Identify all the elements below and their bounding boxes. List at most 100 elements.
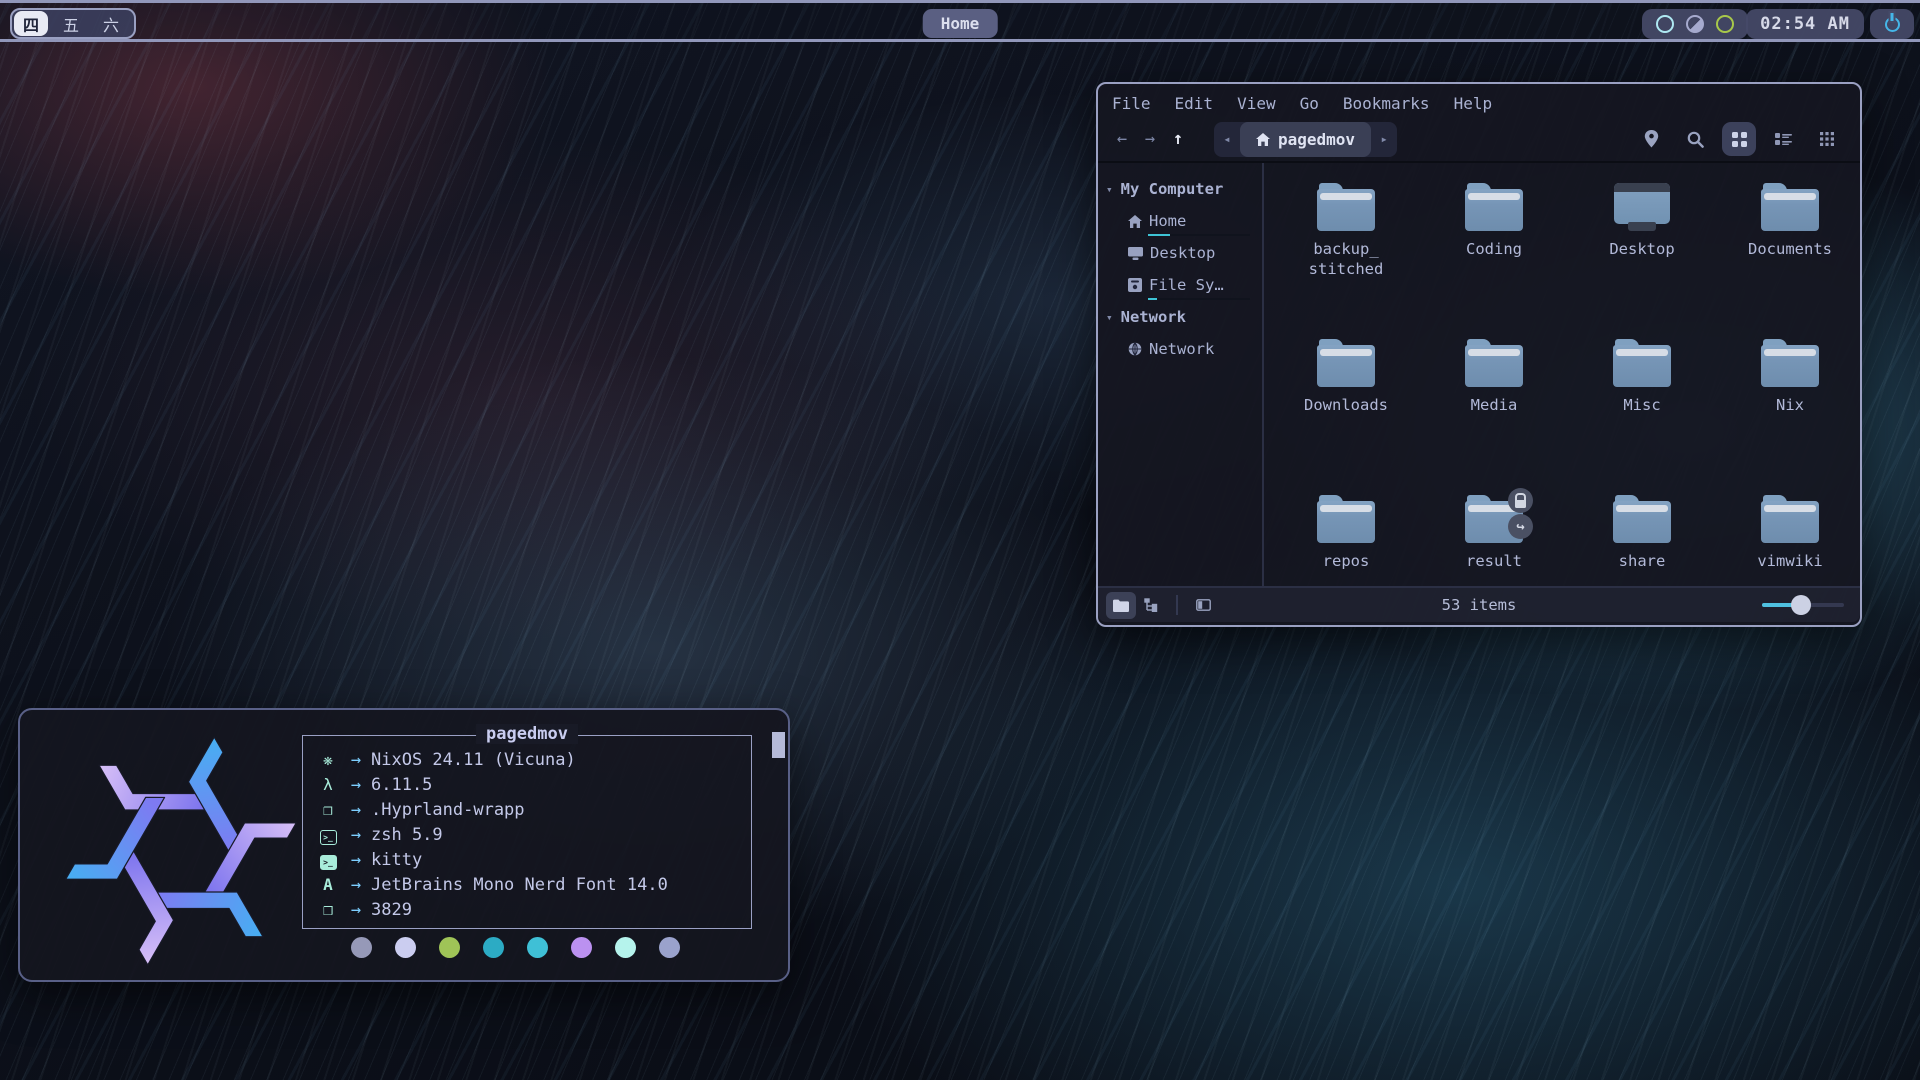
workspace-4[interactable]: 四	[14, 11, 48, 36]
tray-circle-green-icon[interactable]	[1716, 15, 1734, 33]
sidebar-item-desktop[interactable]: Desktop	[1098, 237, 1262, 269]
arrow-icon: →	[341, 825, 371, 845]
collapse-arrow-icon: ▾	[1106, 183, 1113, 196]
palette-dot	[615, 937, 636, 958]
section-label: My Computer	[1121, 180, 1224, 198]
folder-label: Coding	[1466, 239, 1522, 259]
folder-item-nix[interactable]: Nix	[1761, 331, 1819, 487]
list-view-button[interactable]	[1766, 122, 1800, 156]
menu-view[interactable]: View	[1237, 94, 1276, 113]
tray-circle-cyan-icon[interactable]	[1656, 15, 1674, 33]
toolbar-right	[1634, 122, 1844, 156]
slider-handle[interactable]	[1791, 595, 1811, 615]
fetch-row-font: A → JetBrains Mono Nerd Font 14.0	[315, 872, 751, 897]
terminal-icon: >_	[315, 850, 341, 870]
side-pane-toggle[interactable]	[1188, 592, 1218, 619]
hard-drive-icon	[1128, 278, 1142, 292]
folder-label: share	[1619, 551, 1666, 571]
folder-item-misc[interactable]: Misc	[1613, 331, 1671, 487]
linux-penguin-icon: λ	[315, 775, 341, 794]
show-tree-toggle[interactable]	[1136, 592, 1166, 619]
tree-view-icon	[1144, 598, 1158, 612]
show-folders-toggle[interactable]	[1106, 592, 1136, 619]
path-bar: ◂ pagedmov ▸	[1214, 122, 1397, 157]
desktop: 四 五 六 Home 02:54 AM File Edit View Go Bo…	[0, 0, 1920, 1080]
folder-label: Nix	[1776, 395, 1804, 415]
folder-icon	[1613, 339, 1671, 387]
folder-icon	[1317, 339, 1375, 387]
menu-go[interactable]: Go	[1300, 94, 1319, 113]
power-button[interactable]	[1870, 9, 1914, 39]
lock-emblem-icon	[1508, 488, 1533, 513]
folder-item-backup-stitched[interactable]: backup_ stitched	[1309, 175, 1384, 331]
folder-icon	[1317, 183, 1375, 231]
terminal-window: pagedmov ❋ → NixOS 24.11 (Vicuna) λ → 6.…	[18, 708, 790, 982]
workspace-6[interactable]: 六	[94, 11, 128, 36]
forward-button[interactable]: →	[1136, 129, 1164, 149]
tray-circle-lavender-icon[interactable]	[1686, 15, 1704, 33]
folder-icon	[1113, 599, 1129, 612]
arrow-icon: →	[341, 775, 371, 795]
disk-usage-bar	[1148, 298, 1250, 300]
palette-dot	[659, 937, 680, 958]
font-icon: A	[315, 875, 341, 894]
sidebar-item-label: Home	[1149, 212, 1186, 230]
active-window-title[interactable]: Home	[923, 9, 998, 38]
back-button[interactable]: ←	[1108, 129, 1136, 149]
path-right-chevron-icon[interactable]: ▸	[1371, 132, 1397, 146]
folder-label: Downloads	[1304, 395, 1388, 415]
toolbar: ← → ↑ ◂ pagedmov ▸	[1098, 117, 1860, 161]
path-segment-home[interactable]: pagedmov	[1240, 122, 1371, 157]
power-icon	[1885, 17, 1900, 32]
taskbar: 四 五 六 Home 02:54 AM	[0, 0, 1920, 42]
location-button[interactable]	[1634, 122, 1668, 156]
folder-icon	[1761, 495, 1819, 543]
desktop-icon	[1128, 247, 1143, 260]
path-left-chevron-icon[interactable]: ◂	[1214, 132, 1240, 146]
icon-view-button[interactable]	[1722, 122, 1756, 156]
folder-item-documents[interactable]: Documents	[1748, 175, 1832, 331]
home-icon	[1128, 215, 1142, 228]
sidebar-item-filesystem[interactable]: File Sy…	[1098, 269, 1262, 301]
package-cube-icon: ❒	[315, 900, 341, 919]
folder-icon	[1465, 183, 1523, 231]
folder-label: vimwiki	[1757, 551, 1822, 571]
fetch-row-shell: >_ → zsh 5.9	[315, 822, 751, 847]
sidebar-section-network[interactable]: ▾ Network	[1098, 301, 1262, 333]
folder-icon	[1761, 339, 1819, 387]
os-value: NixOS 24.11 (Vicuna)	[371, 750, 576, 770]
folder-icon	[1613, 495, 1671, 543]
folder-item-media[interactable]: Media	[1465, 331, 1523, 487]
sidebar-item-label: Network	[1149, 340, 1214, 358]
menu-edit[interactable]: Edit	[1175, 94, 1214, 113]
clock[interactable]: 02:54 AM	[1746, 9, 1864, 39]
collapse-arrow-icon: ▾	[1106, 311, 1113, 324]
menu-file[interactable]: File	[1112, 94, 1151, 113]
sidebar-item-network[interactable]: Network	[1098, 333, 1262, 365]
folder-label: Misc	[1623, 395, 1660, 415]
folder-item-desktop[interactable]: Desktop	[1609, 175, 1674, 331]
folder-item-downloads[interactable]: Downloads	[1304, 331, 1388, 487]
sidebar-item-home[interactable]: Home	[1098, 205, 1262, 237]
menu-help[interactable]: Help	[1454, 94, 1493, 113]
menu-bookmarks[interactable]: Bookmarks	[1343, 94, 1430, 113]
items-count: 53 items	[1442, 596, 1517, 614]
search-button[interactable]	[1678, 122, 1712, 156]
compact-view-button[interactable]	[1810, 122, 1844, 156]
folder-label: Documents	[1748, 239, 1832, 259]
symlink-emblem-icon: ↪	[1508, 514, 1533, 539]
palette-dot	[527, 937, 548, 958]
arrow-icon: →	[341, 850, 371, 870]
sidebar-item-label: File Sy…	[1149, 276, 1224, 294]
search-icon	[1687, 131, 1704, 148]
workspace-5[interactable]: 五	[54, 11, 88, 36]
terminal-cursor	[772, 732, 785, 758]
globe-icon	[1128, 342, 1142, 356]
up-button[interactable]: ↑	[1164, 129, 1192, 149]
sidebar-section-my-computer[interactable]: ▾ My Computer	[1098, 173, 1262, 205]
folder-item-coding[interactable]: Coding	[1465, 175, 1523, 331]
font-value: JetBrains Mono Nerd Font 14.0	[371, 875, 668, 895]
window-manager-icon: ❐	[315, 800, 341, 819]
packages-value: 3829	[371, 900, 412, 920]
zoom-slider[interactable]	[1762, 595, 1844, 615]
